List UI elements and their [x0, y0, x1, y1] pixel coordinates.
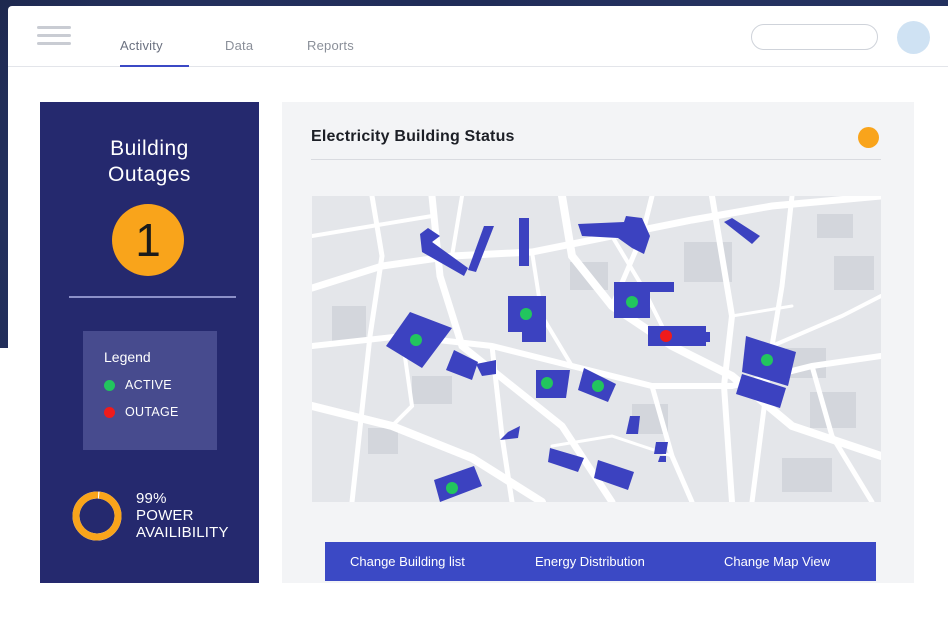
active-dot-icon [104, 380, 115, 391]
availability-line1: POWER [136, 507, 194, 524]
availability-percent: 99% [136, 490, 167, 507]
outages-title-line1: Building [110, 137, 189, 160]
power-availability-donut-icon [72, 491, 122, 541]
top-header: Activity Data Reports [8, 6, 948, 67]
search-input[interactable] [751, 24, 878, 50]
card-divider [311, 159, 881, 160]
outage-count-badge: 1 [112, 204, 184, 276]
legend-label-outage: OUTAGE [125, 405, 179, 419]
action-bar: Change Building list Energy Distribution… [325, 542, 876, 581]
outage-dot-icon [104, 407, 115, 418]
map-canvas [312, 196, 881, 502]
tab-activity[interactable]: Activity [120, 38, 163, 53]
panel-divider [69, 296, 236, 298]
availability-line2: AVAILIBILITY [136, 524, 229, 541]
hamburger-menu-icon[interactable] [37, 26, 73, 48]
building-map[interactable] [312, 196, 881, 502]
tab-reports[interactable]: Reports [307, 38, 354, 53]
building-outages-panel: Building Outages 1 Legend ACTIVE OUTAGE … [40, 102, 259, 583]
status-indicator [858, 127, 879, 148]
outages-title: Building Outages [40, 136, 259, 188]
app-window: Activity Data Reports Building Outages 1… [8, 6, 948, 620]
legend-title: Legend [104, 349, 151, 365]
building-status-card: Electricity Building Status Change Build… [282, 102, 914, 583]
energy-distribution-button[interactable]: Energy Distribution [535, 542, 645, 581]
change-map-view-button[interactable]: Change Map View [724, 542, 830, 581]
legend: Legend ACTIVE OUTAGE [83, 331, 217, 450]
power-availability-text: 99% POWER AVAILIBILITY [136, 490, 229, 541]
card-title: Electricity Building Status [311, 128, 515, 145]
tab-data[interactable]: Data [225, 38, 253, 53]
active-tab-indicator [120, 65, 189, 67]
window-edge [0, 348, 8, 620]
legend-label-active: ACTIVE [125, 378, 172, 392]
outages-title-line2: Outages [108, 163, 191, 186]
change-building-list-button[interactable]: Change Building list [350, 542, 465, 581]
user-avatar[interactable] [897, 21, 930, 54]
